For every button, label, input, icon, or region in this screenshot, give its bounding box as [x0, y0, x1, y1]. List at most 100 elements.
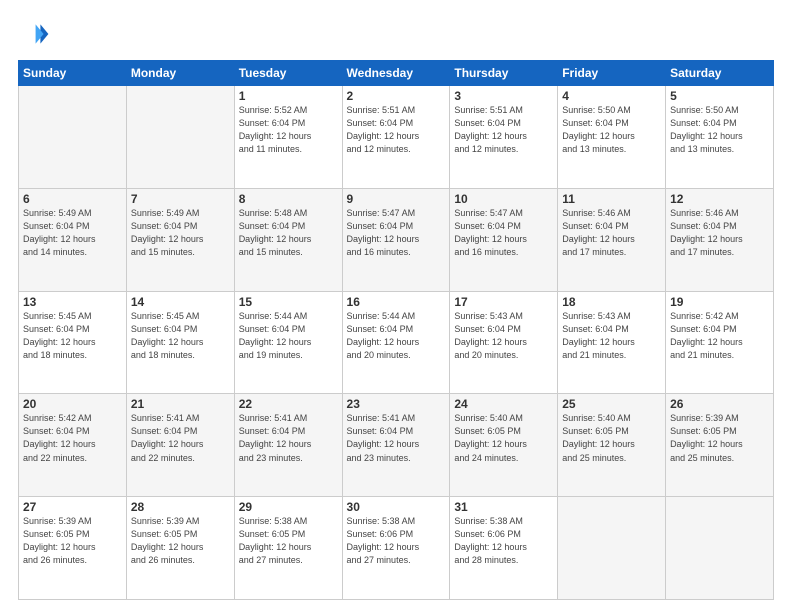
day-info: Sunrise: 5:43 AM Sunset: 6:04 PM Dayligh…: [454, 310, 553, 362]
weekday-header: Sunday: [19, 61, 127, 86]
day-number: 19: [670, 295, 769, 309]
day-info: Sunrise: 5:46 AM Sunset: 6:04 PM Dayligh…: [562, 207, 661, 259]
day-number: 27: [23, 500, 122, 514]
day-info: Sunrise: 5:38 AM Sunset: 6:05 PM Dayligh…: [239, 515, 338, 567]
day-info: Sunrise: 5:44 AM Sunset: 6:04 PM Dayligh…: [239, 310, 338, 362]
calendar-cell: 3Sunrise: 5:51 AM Sunset: 6:04 PM Daylig…: [450, 86, 558, 189]
day-number: 16: [347, 295, 446, 309]
day-info: Sunrise: 5:46 AM Sunset: 6:04 PM Dayligh…: [670, 207, 769, 259]
day-info: Sunrise: 5:45 AM Sunset: 6:04 PM Dayligh…: [131, 310, 230, 362]
day-number: 4: [562, 89, 661, 103]
day-number: 23: [347, 397, 446, 411]
logo: [18, 18, 52, 50]
day-info: Sunrise: 5:49 AM Sunset: 6:04 PM Dayligh…: [23, 207, 122, 259]
calendar-cell: 14Sunrise: 5:45 AM Sunset: 6:04 PM Dayli…: [126, 291, 234, 394]
calendar-cell: 8Sunrise: 5:48 AM Sunset: 6:04 PM Daylig…: [234, 188, 342, 291]
day-info: Sunrise: 5:42 AM Sunset: 6:04 PM Dayligh…: [670, 310, 769, 362]
day-number: 21: [131, 397, 230, 411]
calendar-cell: 31Sunrise: 5:38 AM Sunset: 6:06 PM Dayli…: [450, 497, 558, 600]
calendar-cell: 27Sunrise: 5:39 AM Sunset: 6:05 PM Dayli…: [19, 497, 127, 600]
day-number: 31: [454, 500, 553, 514]
weekday-header: Thursday: [450, 61, 558, 86]
day-info: Sunrise: 5:51 AM Sunset: 6:04 PM Dayligh…: [454, 104, 553, 156]
day-number: 30: [347, 500, 446, 514]
day-number: 5: [670, 89, 769, 103]
calendar-cell: 24Sunrise: 5:40 AM Sunset: 6:05 PM Dayli…: [450, 394, 558, 497]
calendar-cell: 5Sunrise: 5:50 AM Sunset: 6:04 PM Daylig…: [666, 86, 774, 189]
day-number: 6: [23, 192, 122, 206]
day-info: Sunrise: 5:52 AM Sunset: 6:04 PM Dayligh…: [239, 104, 338, 156]
day-info: Sunrise: 5:47 AM Sunset: 6:04 PM Dayligh…: [347, 207, 446, 259]
day-info: Sunrise: 5:38 AM Sunset: 6:06 PM Dayligh…: [454, 515, 553, 567]
calendar-cell: 1Sunrise: 5:52 AM Sunset: 6:04 PM Daylig…: [234, 86, 342, 189]
day-number: 15: [239, 295, 338, 309]
calendar-cell: 10Sunrise: 5:47 AM Sunset: 6:04 PM Dayli…: [450, 188, 558, 291]
day-info: Sunrise: 5:50 AM Sunset: 6:04 PM Dayligh…: [670, 104, 769, 156]
day-info: Sunrise: 5:43 AM Sunset: 6:04 PM Dayligh…: [562, 310, 661, 362]
day-info: Sunrise: 5:41 AM Sunset: 6:04 PM Dayligh…: [131, 412, 230, 464]
day-info: Sunrise: 5:40 AM Sunset: 6:05 PM Dayligh…: [562, 412, 661, 464]
calendar-cell: [19, 86, 127, 189]
calendar-cell: 15Sunrise: 5:44 AM Sunset: 6:04 PM Dayli…: [234, 291, 342, 394]
calendar-cell: 21Sunrise: 5:41 AM Sunset: 6:04 PM Dayli…: [126, 394, 234, 497]
day-info: Sunrise: 5:39 AM Sunset: 6:05 PM Dayligh…: [23, 515, 122, 567]
day-number: 11: [562, 192, 661, 206]
day-info: Sunrise: 5:40 AM Sunset: 6:05 PM Dayligh…: [454, 412, 553, 464]
day-info: Sunrise: 5:38 AM Sunset: 6:06 PM Dayligh…: [347, 515, 446, 567]
day-number: 14: [131, 295, 230, 309]
day-number: 29: [239, 500, 338, 514]
day-info: Sunrise: 5:42 AM Sunset: 6:04 PM Dayligh…: [23, 412, 122, 464]
calendar-cell: 2Sunrise: 5:51 AM Sunset: 6:04 PM Daylig…: [342, 86, 450, 189]
weekday-header: Friday: [558, 61, 666, 86]
day-info: Sunrise: 5:49 AM Sunset: 6:04 PM Dayligh…: [131, 207, 230, 259]
day-number: 2: [347, 89, 446, 103]
day-info: Sunrise: 5:47 AM Sunset: 6:04 PM Dayligh…: [454, 207, 553, 259]
day-info: Sunrise: 5:39 AM Sunset: 6:05 PM Dayligh…: [670, 412, 769, 464]
calendar-cell: 20Sunrise: 5:42 AM Sunset: 6:04 PM Dayli…: [19, 394, 127, 497]
day-number: 1: [239, 89, 338, 103]
calendar-cell: 28Sunrise: 5:39 AM Sunset: 6:05 PM Dayli…: [126, 497, 234, 600]
day-number: 17: [454, 295, 553, 309]
calendar-cell: 26Sunrise: 5:39 AM Sunset: 6:05 PM Dayli…: [666, 394, 774, 497]
day-number: 10: [454, 192, 553, 206]
calendar-cell: 7Sunrise: 5:49 AM Sunset: 6:04 PM Daylig…: [126, 188, 234, 291]
calendar-cell: [666, 497, 774, 600]
calendar: SundayMondayTuesdayWednesdayThursdayFrid…: [18, 60, 774, 600]
day-info: Sunrise: 5:51 AM Sunset: 6:04 PM Dayligh…: [347, 104, 446, 156]
weekday-header: Monday: [126, 61, 234, 86]
calendar-cell: 12Sunrise: 5:46 AM Sunset: 6:04 PM Dayli…: [666, 188, 774, 291]
weekday-header: Saturday: [666, 61, 774, 86]
calendar-cell: 9Sunrise: 5:47 AM Sunset: 6:04 PM Daylig…: [342, 188, 450, 291]
logo-icon: [18, 18, 50, 50]
day-info: Sunrise: 5:50 AM Sunset: 6:04 PM Dayligh…: [562, 104, 661, 156]
calendar-cell: 25Sunrise: 5:40 AM Sunset: 6:05 PM Dayli…: [558, 394, 666, 497]
calendar-cell: 6Sunrise: 5:49 AM Sunset: 6:04 PM Daylig…: [19, 188, 127, 291]
calendar-cell: 30Sunrise: 5:38 AM Sunset: 6:06 PM Dayli…: [342, 497, 450, 600]
day-info: Sunrise: 5:39 AM Sunset: 6:05 PM Dayligh…: [131, 515, 230, 567]
day-number: 25: [562, 397, 661, 411]
calendar-cell: 18Sunrise: 5:43 AM Sunset: 6:04 PM Dayli…: [558, 291, 666, 394]
calendar-cell: 16Sunrise: 5:44 AM Sunset: 6:04 PM Dayli…: [342, 291, 450, 394]
calendar-cell: 19Sunrise: 5:42 AM Sunset: 6:04 PM Dayli…: [666, 291, 774, 394]
calendar-cell: 23Sunrise: 5:41 AM Sunset: 6:04 PM Dayli…: [342, 394, 450, 497]
day-info: Sunrise: 5:48 AM Sunset: 6:04 PM Dayligh…: [239, 207, 338, 259]
calendar-cell: 29Sunrise: 5:38 AM Sunset: 6:05 PM Dayli…: [234, 497, 342, 600]
calendar-cell: 22Sunrise: 5:41 AM Sunset: 6:04 PM Dayli…: [234, 394, 342, 497]
calendar-cell: [558, 497, 666, 600]
page: SundayMondayTuesdayWednesdayThursdayFrid…: [0, 0, 792, 612]
day-number: 7: [131, 192, 230, 206]
day-number: 22: [239, 397, 338, 411]
day-number: 24: [454, 397, 553, 411]
calendar-cell: 13Sunrise: 5:45 AM Sunset: 6:04 PM Dayli…: [19, 291, 127, 394]
day-info: Sunrise: 5:41 AM Sunset: 6:04 PM Dayligh…: [239, 412, 338, 464]
weekday-header: Tuesday: [234, 61, 342, 86]
calendar-cell: 4Sunrise: 5:50 AM Sunset: 6:04 PM Daylig…: [558, 86, 666, 189]
header: [18, 18, 774, 50]
day-number: 18: [562, 295, 661, 309]
day-number: 3: [454, 89, 553, 103]
day-info: Sunrise: 5:45 AM Sunset: 6:04 PM Dayligh…: [23, 310, 122, 362]
day-number: 12: [670, 192, 769, 206]
calendar-cell: 11Sunrise: 5:46 AM Sunset: 6:04 PM Dayli…: [558, 188, 666, 291]
weekday-header: Wednesday: [342, 61, 450, 86]
day-number: 20: [23, 397, 122, 411]
